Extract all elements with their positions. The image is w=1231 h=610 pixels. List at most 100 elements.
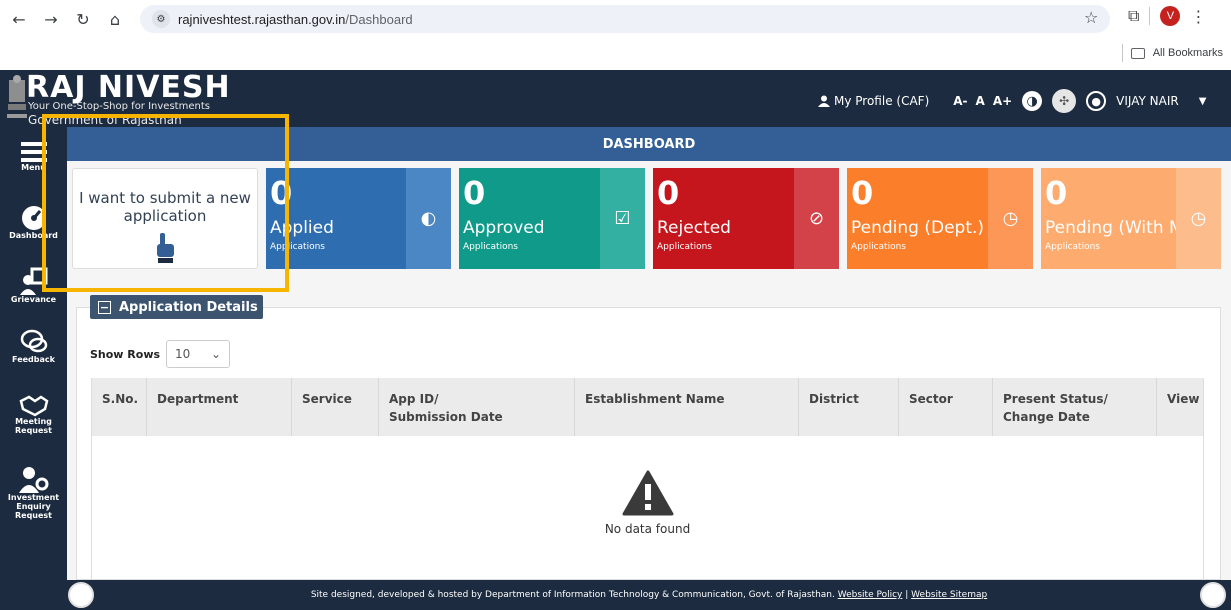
brand-tagline: Your One-Stop-Shop for Investments (28, 101, 210, 112)
rows-per-page-value: 10 (175, 347, 191, 361)
url-host: rajniveshtest.rajasthan.gov.in (178, 11, 346, 27)
user-name[interactable]: VIJAY NAIR (1116, 94, 1179, 108)
column-header: Present Status/Change Date (993, 378, 1157, 436)
application-details-title: Application Details (119, 299, 258, 315)
sidebar-item-label: Feedback (12, 355, 55, 364)
chat-icon (20, 329, 47, 353)
bookmarks-bar: All Bookmarks (1121, 44, 1223, 62)
footer-text: Site designed, developed & hosted by Dep… (310, 590, 835, 600)
sidebar-item-meeting-request[interactable]: Meeting Request (0, 393, 67, 435)
website-policy-link[interactable]: Website Policy (838, 590, 903, 600)
home-icon[interactable]: ⌂ (100, 4, 130, 34)
font-reset-button[interactable]: A (976, 94, 985, 108)
tile-sublabel: Applications (657, 242, 712, 252)
footer-divider: | (905, 590, 909, 600)
browser-toolbar: ← → ↻ ⌂ ⚙ rajniveshtest.rajasthan.gov.in… (0, 0, 1231, 38)
user-slash-icon: ⊘ (794, 168, 839, 269)
half-circle-icon: ◐ (406, 168, 451, 269)
profile-user-icon (818, 95, 830, 107)
tile-label: Rejected (657, 218, 731, 238)
address-bar[interactable]: ⚙ rajniveshtest.rajasthan.gov.in/Dashboa… (140, 5, 1110, 33)
browser-menu-icon[interactable]: ⋮ (1190, 7, 1206, 26)
sidebar-item-label: Grievance (10, 295, 57, 304)
tile-count: 0 (851, 174, 874, 212)
column-header-line1: Service (302, 392, 352, 406)
tile-count: 0 (657, 174, 680, 212)
highlight-frame (42, 114, 289, 292)
my-profile-link[interactable]: My Profile (CAF) (818, 94, 929, 108)
column-header-line1: Establishment Name (585, 392, 725, 406)
empty-state: No data found (92, 470, 1203, 536)
column-header: App ID/Submission Date (379, 378, 575, 436)
rows-per-page-select[interactable]: 10 ⌄ (166, 340, 231, 368)
pending-dept-applications-tile[interactable]: 0 Pending (Dept.) Applications ◷ (847, 168, 1033, 269)
font-increase-button[interactable]: A+ (993, 94, 1012, 108)
sidebar-item-label: Investment Enquiry Request (7, 493, 60, 520)
sidebar-item-feedback[interactable]: Feedback (0, 329, 67, 364)
empty-message: No data found (604, 522, 691, 536)
brand-title[interactable]: RAJ NIVESH (26, 70, 231, 105)
footer: Site designed, developed & hosted by Dep… (67, 580, 1231, 610)
column-header-line1: Sector (909, 392, 953, 406)
applied-applications-tile[interactable]: 0 Applied Applications ◐ (266, 168, 451, 269)
tile-label: Approved (463, 218, 545, 238)
rejected-applications-tile[interactable]: 0 Rejected Applications ⊘ (653, 168, 839, 269)
url-path: /Dashboard (345, 11, 413, 27)
tile-count: 0 (1045, 174, 1068, 212)
browser-profile-avatar[interactable]: V (1160, 6, 1181, 26)
collapse-icon: − (98, 300, 111, 314)
browser-chrome: ← → ↻ ⌂ ⚙ rajniveshtest.rajasthan.gov.in… (0, 0, 1231, 70)
sidebar-item-investment-enquiry[interactable]: Investment Enquiry Request (0, 465, 67, 520)
column-header-line1: District (809, 392, 859, 406)
compress-icon[interactable]: ✣ (1052, 89, 1077, 113)
column-header-line1: App ID/ (389, 392, 439, 406)
column-header: View (1157, 378, 1203, 436)
reload-icon[interactable]: ↻ (68, 4, 98, 34)
column-header-line2: Change Date (1003, 410, 1090, 424)
column-header-line1: View (1167, 392, 1200, 406)
column-header-line1: Present Status/ (1003, 392, 1108, 406)
warning-icon (622, 470, 673, 516)
column-header-line1: S.No. (102, 392, 139, 406)
clock-icon: ◷ (988, 168, 1033, 269)
header-actions: My Profile (CAF) A- A A+ ◑ ✣ ● VIJAY NAI… (818, 89, 1206, 113)
user-gear-icon (18, 467, 48, 493)
all-bookmarks-link[interactable]: All Bookmarks (1153, 47, 1223, 59)
column-header: Department (147, 378, 292, 436)
contrast-toggle-icon[interactable]: ◑ (1022, 91, 1043, 111)
tile-count: 0 (463, 174, 486, 212)
back-arrow-icon[interactable]: ← (4, 4, 34, 34)
user-account-icon[interactable]: ● (1086, 91, 1107, 111)
user-caret-icon[interactable]: ▼ (1199, 96, 1207, 107)
bookmarks-divider (1121, 44, 1123, 62)
footer-logo-right (1200, 582, 1226, 608)
tile-sublabel: Applications (851, 242, 906, 252)
approved-applications-tile[interactable]: 0 Approved Applications ☑ (459, 168, 645, 269)
column-header-line1: Department (157, 392, 239, 406)
tile-sublabel: Applications (1045, 242, 1100, 252)
font-size-controls: A- A A+ (953, 94, 1012, 108)
sidebar-item-label: Meeting Request (14, 417, 53, 435)
state-emblem-icon (7, 75, 27, 118)
extensions-icon[interactable]: ⧉ (1128, 6, 1139, 26)
column-header: Sector (899, 378, 993, 436)
column-header: S.No. (92, 378, 147, 436)
column-header: District (799, 378, 899, 436)
show-rows-label: Show Rows (90, 347, 161, 361)
column-header: Service (292, 378, 379, 436)
table-header: S.No. Department Service App ID/Submissi… (92, 378, 1203, 436)
font-decrease-button[interactable]: A- (953, 94, 967, 108)
bookmark-star-icon[interactable]: ☆ (1084, 8, 1098, 27)
folder-icon (1130, 47, 1145, 59)
pending-with-me-applications-tile[interactable]: 0 Pending (With Me) Applications ◷ (1041, 168, 1221, 269)
check-box-icon: ☑ (600, 168, 645, 269)
show-rows-control: Show Rows 10 ⌄ (90, 340, 231, 368)
application-details-toggle[interactable]: − Application Details (90, 295, 263, 319)
website-sitemap-link[interactable]: Website Sitemap (911, 590, 987, 600)
tile-sublabel: Applications (463, 242, 518, 252)
applications-table: S.No. Department Service App ID/Submissi… (91, 378, 1204, 580)
forward-arrow-icon[interactable]: → (36, 4, 66, 34)
column-header-line2: Submission Date (389, 410, 503, 424)
tile-label: Pending (Dept.) (851, 218, 985, 238)
site-settings-icon[interactable]: ⚙ (152, 10, 170, 28)
